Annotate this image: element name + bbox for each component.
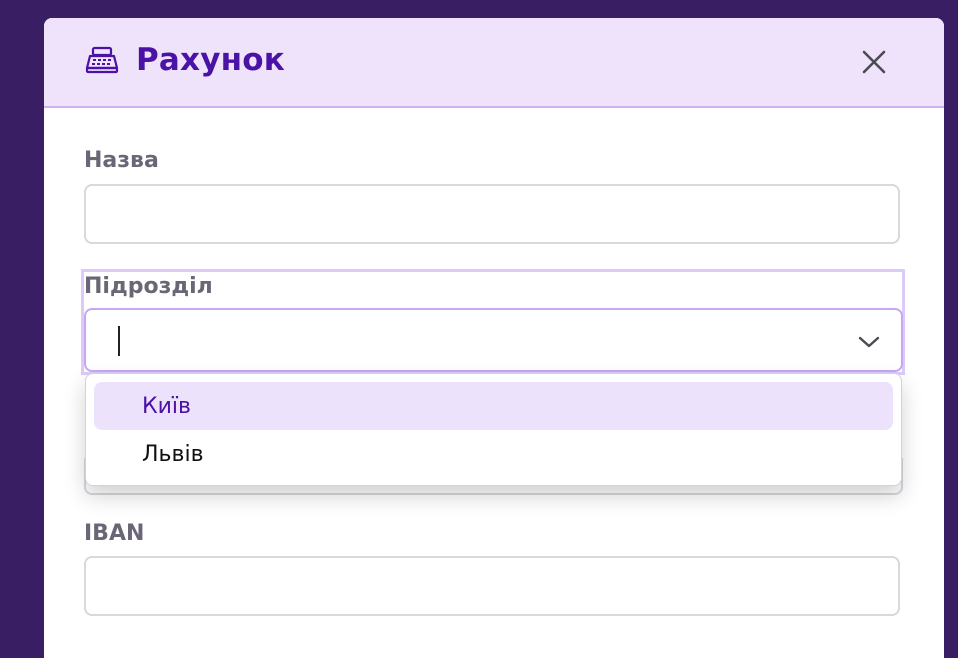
option-kyiv[interactable]: Київ bbox=[94, 382, 893, 430]
account-modal: Рахунок Назва Підрозділ IBAN Київ Львів bbox=[44, 18, 944, 658]
option-label: Київ bbox=[142, 393, 191, 419]
iban-label: IBAN bbox=[84, 521, 145, 546]
option-lviv[interactable]: Львів bbox=[94, 430, 893, 478]
department-dropdown: Київ Львів bbox=[85, 373, 902, 486]
cash-register-icon bbox=[84, 46, 120, 74]
name-input[interactable] bbox=[84, 184, 900, 244]
iban-input[interactable] bbox=[84, 556, 900, 616]
option-label: Львів bbox=[142, 441, 204, 467]
department-label: Підрозділ bbox=[84, 274, 213, 299]
text-cursor bbox=[118, 326, 120, 356]
close-icon[interactable] bbox=[860, 48, 888, 76]
chevron-down-icon[interactable] bbox=[857, 330, 881, 354]
name-label: Назва bbox=[84, 148, 159, 173]
modal-header: Рахунок bbox=[44, 18, 944, 108]
department-select[interactable] bbox=[84, 308, 903, 372]
modal-title: Рахунок bbox=[136, 42, 285, 78]
